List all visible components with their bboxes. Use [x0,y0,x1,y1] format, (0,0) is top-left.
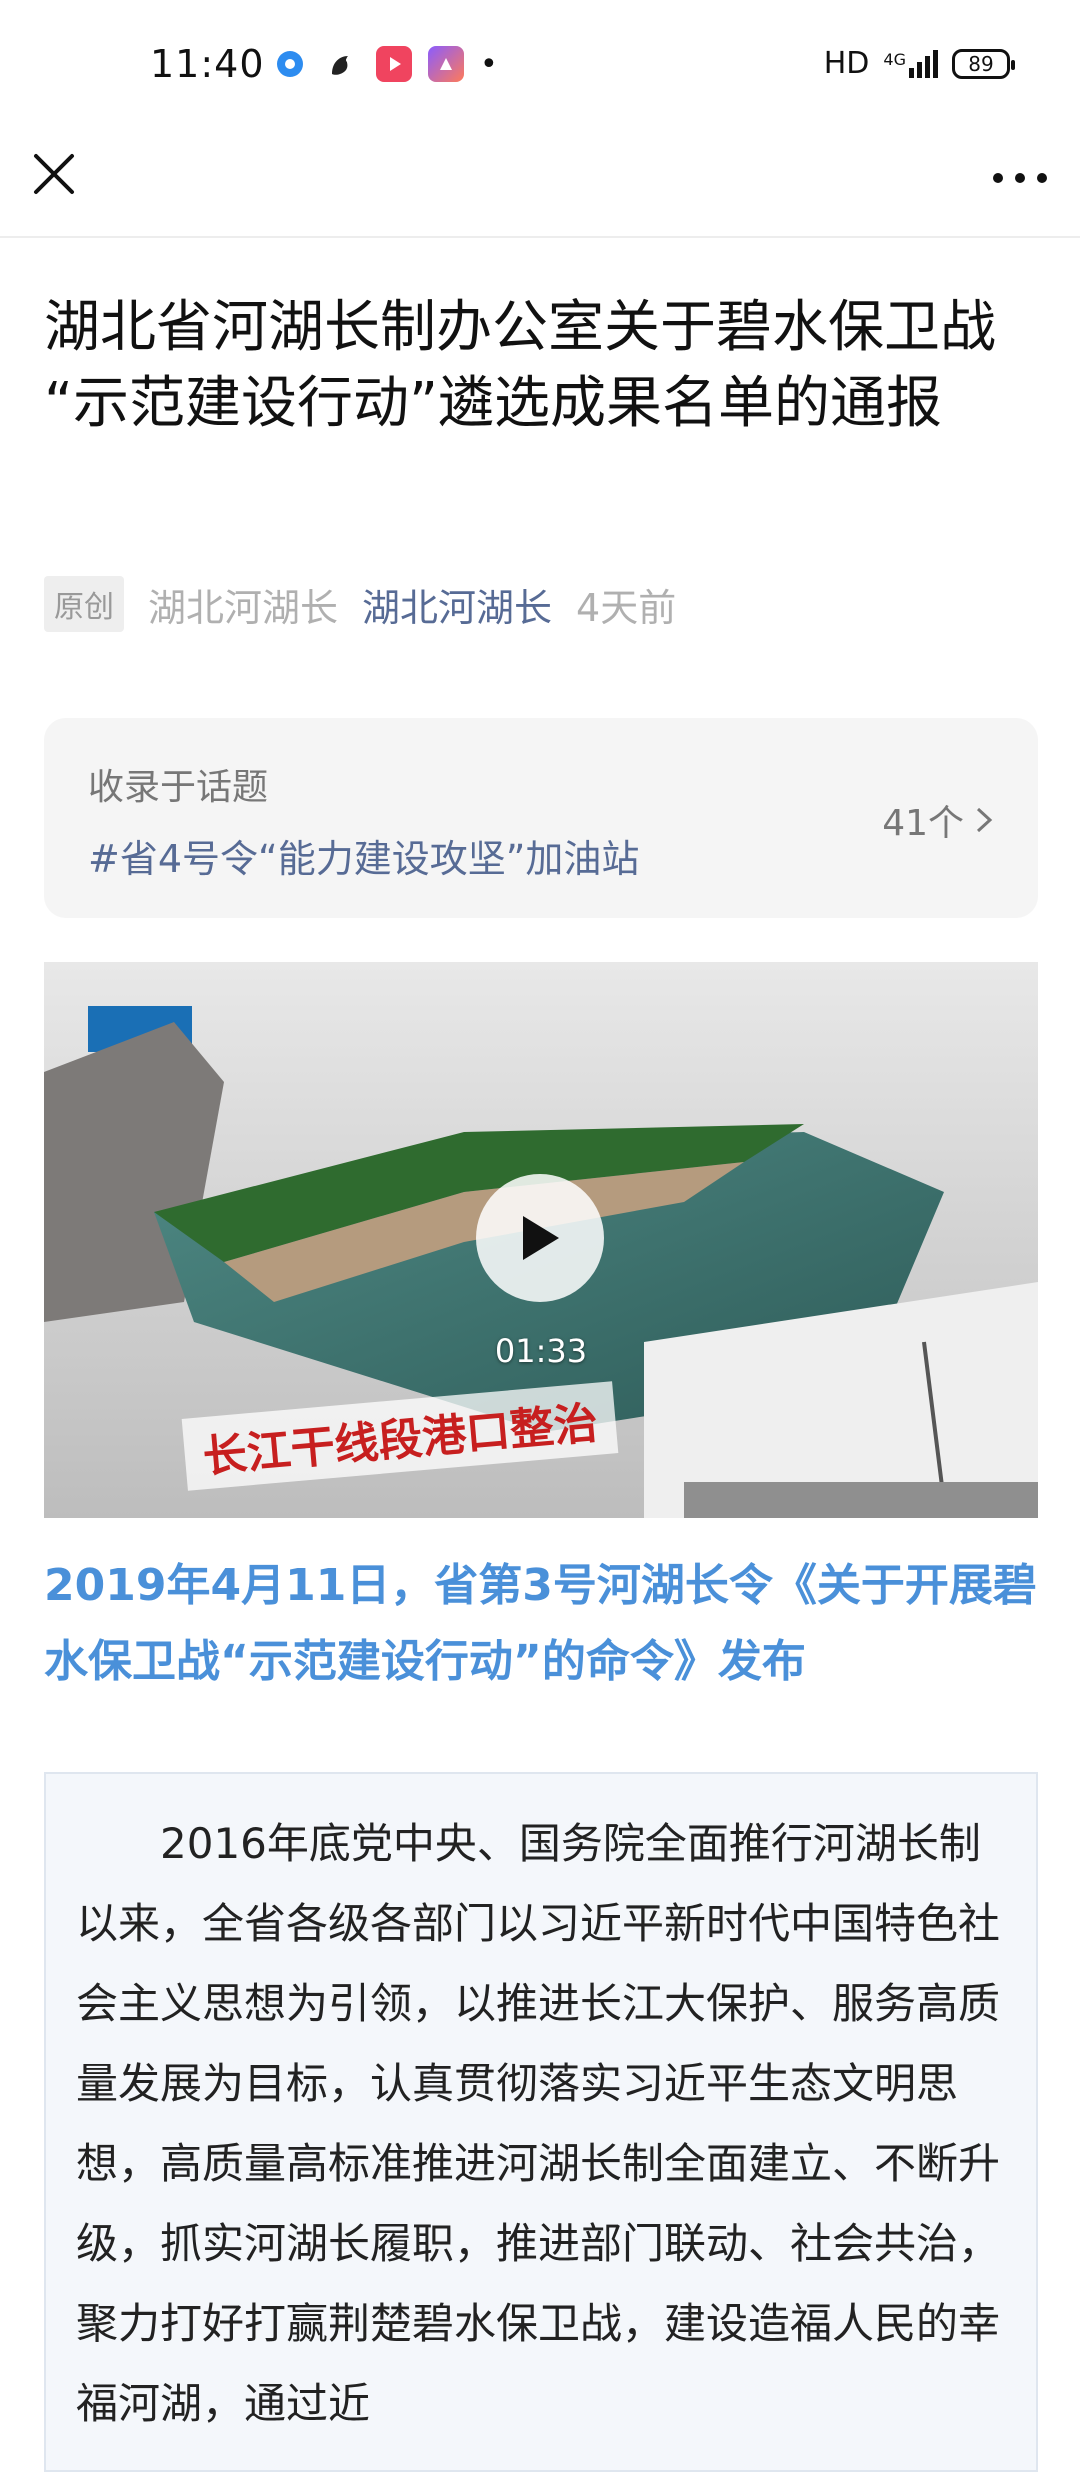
signal-label: 4G [883,49,906,69]
topic-count-label: 41个 [882,803,964,844]
video-player[interactable]: 01:33 长江干线段港口整治 [44,962,1038,1518]
status-right: HD 4G 89 [823,46,1015,81]
squirrel-app-icon [324,46,360,82]
status-app-icons: • [272,46,498,82]
highlight-paragraph: 2019年4月11日，省第3号河湖长令《关于开展碧水保卫战“示范建设行动”的命令… [44,1560,1037,1687]
article-meta: 原创 湖北河湖长 湖北河湖长 4天前 [44,576,676,632]
signal-icon: 4G [883,49,938,78]
battery-icon: 89 [952,48,1015,79]
close-icon [34,154,74,194]
close-button[interactable] [30,150,78,198]
battery-level: 89 [968,51,994,76]
status-time: 11:40 [150,42,265,86]
publish-time: 4天前 [576,585,677,630]
circle-app-icon [272,46,308,82]
play-button[interactable] [476,1174,604,1302]
account-link[interactable]: 湖北河湖长 [362,577,552,632]
video-duration: 01:33 [494,1332,588,1370]
article-body-box: 2016年底党中央、国务院全面推行河湖长制以来，全省各级各部门以习近平新时代中国… [44,1772,1038,2472]
article-title: 湖北省河湖长制办公室关于碧水保卫战 “示范建设行动”遴选成果名单的通报 [44,295,996,436]
play-icon [523,1216,559,1260]
video-app-icon [376,46,412,82]
status-dot: • [480,46,498,82]
chevron-right-icon [976,807,993,833]
network-label: HD [823,46,870,81]
topic-count[interactable]: 41个 [882,794,994,846]
topic-card[interactable]: 收录于话题 #省4号令“能力建设攻坚”加油站 41个 [44,718,1038,918]
more-button[interactable] [990,158,1050,198]
article-author: 湖北河湖长 [148,585,339,630]
article-body-text: 2016年底党中央、国务院全面推行河湖长制以来，全省各级各部门以习近平新时代中国… [76,1819,1001,2428]
original-badge: 原创 [44,576,124,632]
purple-app-icon [428,46,464,82]
top-nav [0,136,1080,238]
status-bar: 11:40 • HD 4G 89 [0,0,1080,136]
topic-label: 收录于话题 [88,767,269,808]
topic-name[interactable]: #省4号令“能力建设攻坚”加油站 [88,828,639,883]
more-icon [993,173,1047,183]
